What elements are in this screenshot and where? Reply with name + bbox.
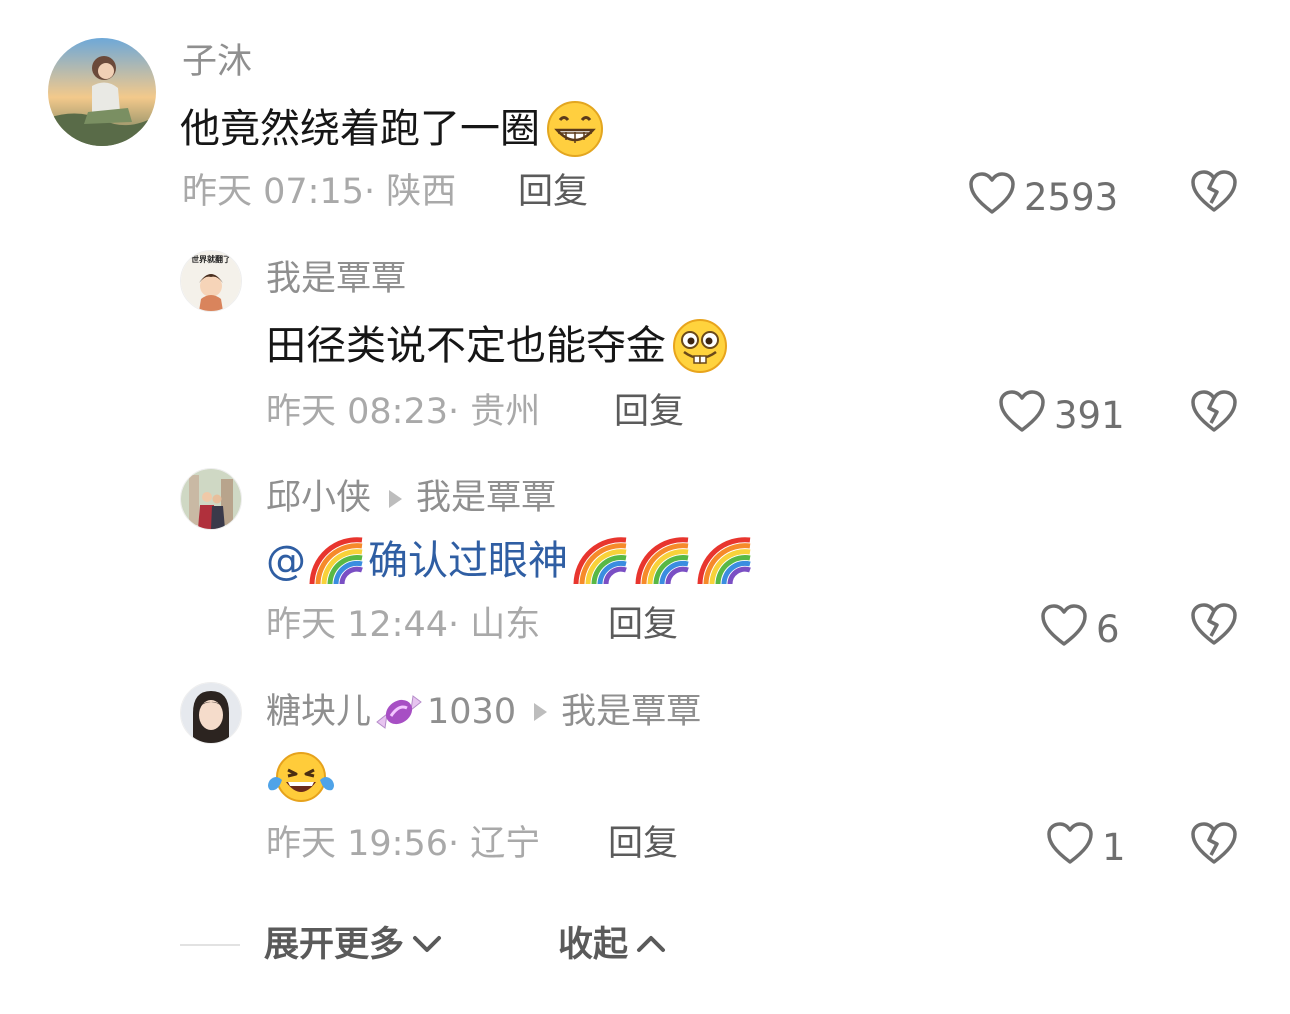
chevron-down-icon: [410, 925, 444, 965]
comment-meta: 昨天 12:44· 山东: [266, 605, 541, 645]
comment-time: 昨天 19:56: [266, 824, 448, 864]
avatar-caption: 世界就翻了: [191, 255, 231, 264]
heart-icon: [968, 172, 1016, 224]
comment-text: @ 确认过眼神: [266, 534, 754, 588]
reply-arrow-icon: [389, 490, 403, 508]
comment-text: [266, 750, 336, 804]
like-count: 391: [1054, 394, 1125, 437]
comment-meta: 昨天 07:15· 陕西: [182, 172, 457, 212]
tears-of-joy-emoji: [266, 750, 336, 804]
like-button[interactable]: 6: [1040, 604, 1120, 656]
dislike-button[interactable]: [1190, 170, 1238, 218]
like-count: 2593: [1024, 176, 1119, 219]
reply-button[interactable]: 回复: [518, 172, 588, 212]
rainbow-emoji: [696, 534, 754, 588]
expand-more-label: 展开更多: [264, 925, 405, 965]
reply-button[interactable]: 回复: [608, 605, 678, 645]
comment-username-line: 邱小侠 我是覃覃: [266, 478, 556, 518]
rainbow-emoji: [634, 534, 692, 588]
heart-icon: [1046, 822, 1094, 874]
comment-location: 陕西: [386, 172, 457, 212]
comment-text-content: 他竟然绕着跑了一圈: [180, 106, 540, 152]
grinning-emoji: [546, 100, 604, 158]
comment-username-line: 糖块儿 1030 我是覃覃: [266, 692, 701, 732]
like-button[interactable]: 1: [1046, 822, 1126, 874]
reply-target-username[interactable]: 我是覃覃: [416, 478, 556, 518]
avatar[interactable]: [180, 468, 242, 530]
broken-heart-icon: [1190, 170, 1238, 218]
buck-tooth-emoji: [670, 318, 730, 374]
broken-heart-icon: [1190, 822, 1238, 870]
heart-icon: [1040, 604, 1088, 656]
avatar[interactable]: 世界就翻了: [180, 250, 242, 312]
dislike-button[interactable]: [1190, 390, 1238, 438]
comment-text: 田径类说不定也能夺金: [266, 318, 730, 374]
comment-username[interactable]: 邱小侠: [266, 478, 371, 518]
at-sign: @: [266, 538, 306, 584]
like-count: 1: [1102, 826, 1126, 869]
dislike-button[interactable]: [1190, 822, 1238, 870]
heart-icon: [998, 390, 1046, 442]
collapse-label: 收起: [558, 925, 629, 965]
comment-username[interactable]: 糖块儿: [266, 692, 371, 732]
comment-location: 山东: [470, 605, 541, 645]
comment-meta: 昨天 08:23· 贵州: [266, 392, 541, 432]
avatar[interactable]: [180, 682, 242, 744]
reply-button[interactable]: 回复: [608, 824, 678, 864]
candy-icon: [373, 692, 425, 732]
badge-count: 1030: [427, 692, 517, 732]
comment-meta: 昨天 19:56· 辽宁: [266, 824, 541, 864]
rainbow-emoji: [308, 534, 366, 588]
like-count: 6: [1096, 608, 1120, 651]
broken-heart-icon: [1190, 390, 1238, 438]
mention-link[interactable]: @ 确认过眼神: [266, 534, 568, 588]
comment-username[interactable]: 我是覃覃: [266, 259, 406, 299]
comment-text: 他竟然绕着跑了一圈: [180, 100, 604, 158]
broken-heart-icon: [1190, 603, 1238, 651]
dislike-button[interactable]: [1190, 603, 1238, 651]
divider-line: [180, 944, 240, 946]
reply-target-username[interactable]: 我是覃覃: [561, 692, 701, 732]
comment-username[interactable]: 子沐: [182, 42, 252, 82]
like-button[interactable]: 391: [998, 390, 1125, 442]
chevron-up-icon: [634, 925, 668, 965]
like-button[interactable]: 2593: [968, 172, 1118, 224]
rainbow-emoji: [572, 534, 630, 588]
comment-time: 昨天 07:15: [182, 172, 364, 212]
reply-arrow-icon: [534, 703, 548, 721]
comment-location: 贵州: [470, 392, 541, 432]
comment-text-content: 田径类说不定也能夺金: [266, 323, 666, 369]
mention-text: 确认过眼神: [368, 538, 568, 584]
reply-button[interactable]: 回复: [614, 392, 684, 432]
expand-more-button[interactable]: 展开更多: [264, 925, 444, 965]
comment-location: 辽宁: [470, 824, 541, 864]
comment-time: 昨天 12:44: [266, 605, 448, 645]
collapse-button[interactable]: 收起: [558, 925, 668, 965]
comment-time: 昨天 08:23: [266, 392, 448, 432]
avatar[interactable]: [48, 38, 156, 146]
